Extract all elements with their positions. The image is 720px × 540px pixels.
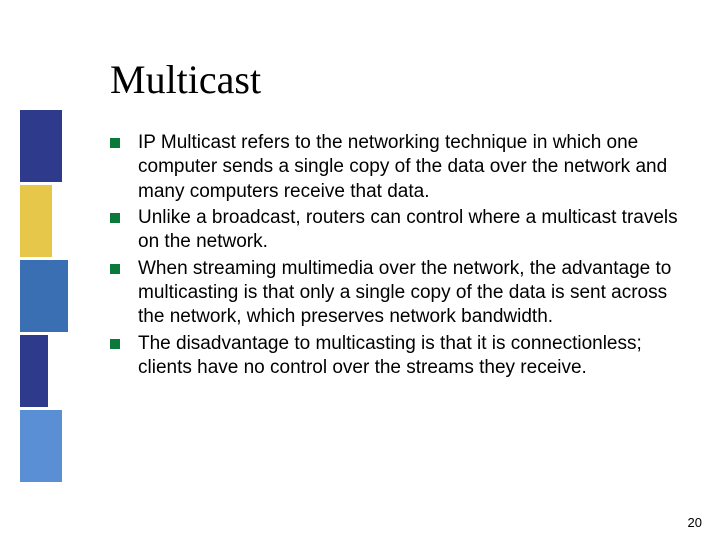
bullet-text: The disadvantage to multicasting is that… (138, 332, 680, 381)
bullet-icon (110, 339, 120, 349)
decor-bar (20, 185, 52, 257)
bullet-text: When streaming multimedia over the netwo… (138, 257, 680, 330)
bullet-icon (110, 264, 120, 274)
slide: Multicast IP Multicast refers to the net… (0, 0, 720, 540)
list-item: The disadvantage to multicasting is that… (110, 332, 680, 381)
page-number: 20 (688, 515, 702, 530)
bullet-text: Unlike a broadcast, routers can control … (138, 206, 680, 255)
bullet-list: IP Multicast refers to the networking te… (110, 131, 680, 380)
bullet-icon (110, 213, 120, 223)
list-item: Unlike a broadcast, routers can control … (110, 206, 680, 255)
list-item: IP Multicast refers to the networking te… (110, 131, 680, 204)
decorative-sidebar (0, 0, 72, 540)
decor-bar (20, 110, 62, 182)
bullet-icon (110, 138, 120, 148)
bullet-text: IP Multicast refers to the networking te… (138, 131, 680, 204)
decor-bar (20, 260, 68, 332)
decor-bar (20, 410, 62, 482)
decor-bar (20, 335, 48, 407)
list-item: When streaming multimedia over the netwo… (110, 257, 680, 330)
slide-title: Multicast (110, 56, 680, 103)
